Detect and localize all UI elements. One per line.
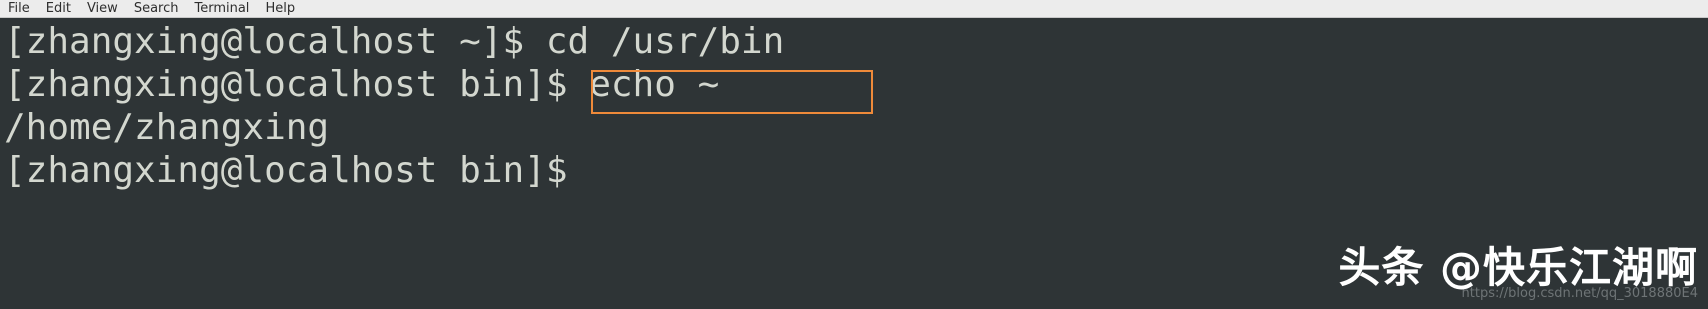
menu-help[interactable]: Help [265, 0, 295, 18]
menu-terminal[interactable]: Terminal [194, 0, 249, 18]
echo-highlight-box [591, 70, 873, 114]
menu-edit[interactable]: Edit [46, 0, 71, 18]
terminal-prompt-line: [zhangxing@localhost bin]$ [4, 150, 568, 191]
menu-bar: File Edit View Search Terminal Help [0, 0, 1708, 18]
menu-file[interactable]: File [8, 0, 30, 18]
menu-view[interactable]: View [87, 0, 118, 18]
terminal-line: /home/zhangxing [4, 107, 330, 148]
menu-search[interactable]: Search [134, 0, 179, 18]
watermark-brand: 头条 @快乐江湖啊 [1338, 243, 1698, 292]
terminal-line: [zhangxing@localhost ~]$ cd /usr/bin [4, 21, 785, 62]
